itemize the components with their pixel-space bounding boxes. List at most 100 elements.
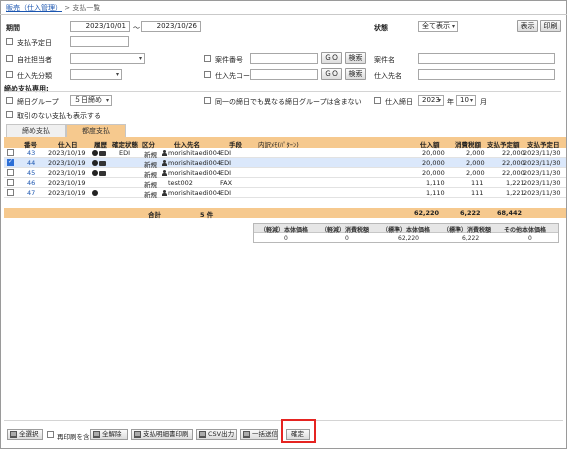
confirm-highlight-box: [281, 419, 316, 443]
row-select-checkbox[interactable]: [7, 179, 14, 186]
summary-header-other-base: その他本体価格: [504, 227, 547, 234]
row-category: 新規: [144, 191, 157, 199]
table-row[interactable]: 43 2023/10/19 EDI 新規 morishitaedi004 EDI 20,00…: [4, 148, 566, 159]
bulk-send-button[interactable]: 一括送信: [240, 429, 278, 440]
row-pay-date: 2023/11/30: [523, 179, 561, 187]
case-no-go-button[interactable]: ＧＯ: [321, 52, 342, 64]
row-purchase-date: 2023/10/19: [48, 149, 86, 157]
print-statement-label: 支払明細書印刷: [143, 430, 189, 438]
row-number-link[interactable]: 47: [27, 189, 35, 197]
printer-icon: [99, 161, 106, 166]
row-pay-amount: 22,000: [502, 149, 525, 157]
row-tax: 2,000: [466, 149, 485, 157]
row-number-link[interactable]: 46: [27, 179, 35, 187]
date-to-input[interactable]: 2023/10/26: [141, 21, 201, 32]
row-supplier-name: morishitaedi004: [162, 149, 221, 157]
case-no-checkbox[interactable]: [204, 55, 211, 62]
chevron-down-icon: ▾: [138, 55, 142, 62]
supplier-name-input[interactable]: [418, 69, 555, 80]
supplier-code-search-button[interactable]: 検索: [345, 68, 366, 80]
summary-header-reduced-base: （軽減）本体価格: [260, 227, 309, 234]
breadcrumb-parent-link[interactable]: 販売（仕入管理）: [6, 4, 62, 12]
pay-date-input[interactable]: [70, 36, 129, 47]
row-select-checkbox[interactable]: [7, 158, 14, 166]
supplier-code-checkbox[interactable]: [204, 71, 211, 78]
supplier-code-input[interactable]: [250, 69, 318, 80]
supplier-category-label: 仕入先分類: [17, 72, 52, 80]
list-icon: [93, 431, 100, 438]
row-history-icons[interactable]: [92, 159, 106, 167]
supplier-category-select[interactable]: ▾: [70, 69, 122, 80]
case-no-input[interactable]: [250, 53, 318, 64]
row-pay-date: 2023/11/30: [523, 149, 561, 157]
status-select[interactable]: 全て表示 ▾: [418, 21, 458, 32]
display-button[interactable]: 表示: [517, 20, 538, 32]
csv-output-button[interactable]: CSV出力: [196, 429, 237, 440]
row-purchase-date: 2023/10/19: [48, 159, 86, 167]
print-statement-button[interactable]: 支払明細書印刷: [131, 429, 193, 440]
date-from-input[interactable]: 2023/10/01: [70, 21, 130, 32]
row-select-checkbox[interactable]: [7, 189, 14, 196]
summary-header-standard-base: （標準）本体価格: [382, 227, 431, 234]
row-history-icons[interactable]: [92, 169, 106, 177]
row-number-link[interactable]: 44: [27, 159, 35, 167]
tab-closing-payment[interactable]: 締め支払: [6, 124, 66, 137]
case-no-search-button[interactable]: 検索: [345, 52, 366, 64]
breadcrumb-current: 支払一覧: [72, 4, 101, 12]
own-staff-select[interactable]: ▾: [70, 53, 145, 64]
table-row[interactable]: 46 2023/10/19 新規 test002 FAX 1,110 111 1,221 202…: [4, 178, 566, 189]
month-select[interactable]: 10 ▾: [456, 95, 476, 106]
row-number-link[interactable]: 45: [27, 169, 35, 177]
row-pay-amount: 22,000: [502, 169, 525, 177]
row-pay-amount: 1,221: [506, 179, 525, 187]
table-row[interactable]: 45 2023/10/19 新規 morishitaedi004 EDI 20,000 2,…: [4, 168, 566, 179]
person-icon: [162, 160, 167, 166]
closing-group-select[interactable]: ５日締め ▾: [70, 95, 112, 106]
row-tax: 111: [471, 189, 484, 197]
row-method: FAX: [220, 179, 233, 187]
select-all-label: 全選択: [19, 430, 39, 438]
supplier-category-checkbox[interactable]: [6, 71, 13, 78]
chevron-down-icon: ▾: [451, 23, 455, 30]
table-row[interactable]: 47 2023/10/19 新規 morishitaedi004 EDI 1,110 111…: [4, 188, 566, 199]
own-staff-label: 自社担当者: [17, 56, 52, 64]
totals-bar: [4, 208, 566, 218]
row-supplier-name: test002: [168, 179, 193, 187]
table-row[interactable]: 442023/10/19新規morishitaedi004EDI20,0002,…: [4, 158, 566, 169]
row-history-icons[interactable]: [92, 149, 106, 157]
same-group-checkbox[interactable]: [204, 97, 211, 104]
deselect-all-button[interactable]: 全解除: [90, 429, 128, 440]
include-repay-checkbox[interactable]: [47, 431, 54, 438]
closing-group-checkbox[interactable]: [6, 97, 13, 104]
no-transaction-checkbox[interactable]: [6, 111, 13, 118]
supplier-code-go-button[interactable]: ＧＯ: [321, 68, 342, 80]
month-select-value: 10: [460, 96, 469, 104]
own-staff-checkbox[interactable]: [6, 55, 13, 62]
print-button[interactable]: 印刷: [540, 20, 561, 32]
tab-each-payment[interactable]: 都度支払: [66, 124, 126, 137]
row-amount: 20,000: [422, 159, 445, 167]
row-pay-date: 2023/11/30: [523, 189, 561, 197]
month-unit: 月: [480, 98, 487, 106]
no-transaction-label: 取引のない支払も表示する: [17, 112, 101, 120]
row-tax: 111: [471, 179, 484, 187]
closing-section-label: 締め支払専用:: [4, 85, 49, 93]
closing-group-label: 締日グループ: [17, 98, 59, 106]
totals-count: 5 件: [200, 211, 214, 219]
pay-date-checkbox[interactable]: [6, 38, 13, 45]
history-circle-icon: [92, 190, 98, 196]
select-all-button[interactable]: 全選択: [7, 429, 43, 440]
totals-tax: 6,222: [460, 209, 481, 217]
row-select-checkbox[interactable]: [7, 169, 14, 176]
year-select[interactable]: 2023 ▾: [418, 95, 444, 106]
row-method: EDI: [220, 159, 232, 167]
list-icon: [243, 431, 250, 438]
chevron-down-icon: ▾: [115, 71, 119, 78]
row-amount: 20,000: [422, 149, 445, 157]
same-group-label: 同一の締日でも異なる締日グループは含まない: [215, 98, 362, 106]
purchase-closing-checkbox[interactable]: [374, 97, 381, 104]
row-history-icons[interactable]: [92, 189, 98, 197]
row-number-link[interactable]: 43: [27, 149, 35, 157]
case-name-input[interactable]: [418, 53, 555, 64]
row-select-checkbox[interactable]: [7, 149, 14, 156]
